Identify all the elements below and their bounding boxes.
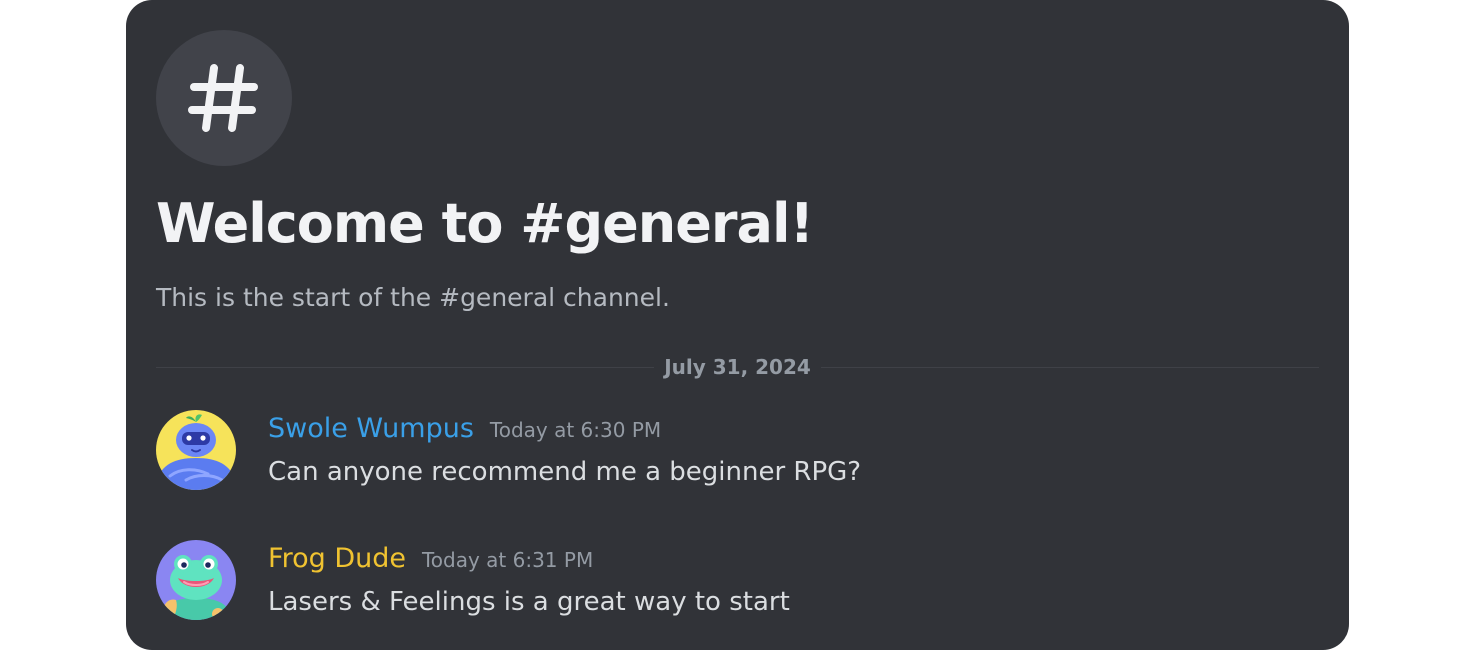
chat-panel: Welcome to #general! This is the start o… (126, 0, 1349, 650)
divider-line-left (156, 366, 655, 368)
author-name[interactable]: Frog Dude (268, 538, 406, 580)
message-content: Can anyone recommend me a beginner RPG? (268, 457, 862, 487)
channel-icon-circle (156, 30, 292, 166)
welcome-subtitle: This is the start of the #general channe… (156, 283, 670, 312)
message-item[interactable]: Swole Wumpus Today at 6:30 PM Can anyone… (156, 408, 1319, 490)
welcome-title: Welcome to #general! (156, 192, 814, 255)
message-header: Frog Dude Today at 6:31 PM (268, 538, 593, 580)
wumpus-avatar-icon[interactable] (156, 410, 236, 490)
message-header: Swole Wumpus Today at 6:30 PM (268, 408, 661, 450)
author-name[interactable]: Swole Wumpus (268, 408, 474, 450)
message-timestamp: Today at 6:31 PM (421, 548, 594, 572)
message-content: Lasers & Feelings is a great way to star… (268, 587, 790, 617)
date-divider: July 31, 2024 (156, 352, 1319, 382)
hashtag-icon (188, 64, 258, 132)
divider-line-right (820, 366, 1319, 368)
message-timestamp: Today at 6:30 PM (489, 418, 662, 442)
divider-date: July 31, 2024 (664, 355, 811, 379)
frog-avatar-icon[interactable] (156, 540, 236, 620)
message-item[interactable]: Frog Dude Today at 6:31 PM Lasers & Feel… (156, 538, 1319, 620)
